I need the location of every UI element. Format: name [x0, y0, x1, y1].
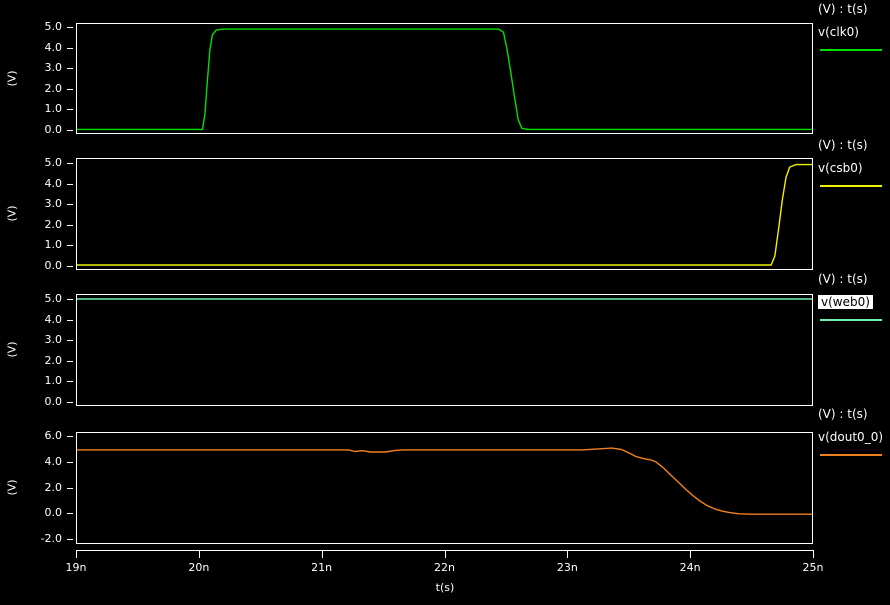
time-tick-mark [199, 550, 200, 558]
y-tick-label-clk0: 4.0 [0, 41, 62, 54]
y-tick-label-web0: 4.0 [0, 313, 62, 326]
legend-color-sample-clk0 [820, 49, 882, 51]
y-tick-mark [67, 130, 73, 131]
waveform-plot-csb0[interactable] [76, 158, 813, 270]
time-tick-label: 23n [545, 561, 589, 574]
legend-signal-name-clk0[interactable]: v(clk0) [818, 25, 859, 39]
y-tick-mark [67, 27, 73, 28]
y-tick-mark [67, 163, 73, 164]
y-tick-label-clk0: 1.0 [0, 102, 62, 115]
y-tick-mark [67, 225, 73, 226]
time-tick-label: 21n [300, 561, 344, 574]
y-tick-mark [67, 340, 73, 341]
legend-axes-header-csb0: (V) : t(s) [818, 138, 868, 152]
y-tick-label-clk0: 5.0 [0, 20, 62, 33]
y-axis-title-clk0: (V) [6, 70, 19, 86]
y-axis-title-web0: (V) [6, 341, 19, 357]
y-tick-label-web0: 1.0 [0, 374, 62, 387]
trace-dout0_0[interactable] [77, 448, 812, 514]
y-tick-mark [67, 402, 73, 403]
y-tick-label-web0: 5.0 [0, 292, 62, 305]
waveform-plot-dout0_0[interactable] [76, 432, 813, 544]
legend-color-sample-csb0 [820, 185, 882, 187]
y-tick-label-dout0_0: 0.0 [0, 506, 62, 519]
y-tick-mark [67, 488, 73, 489]
y-tick-mark [67, 381, 73, 382]
y-tick-label-dout0_0: 4.0 [0, 455, 62, 468]
trace-csb0[interactable] [77, 165, 812, 265]
y-tick-mark [67, 184, 73, 185]
legend-color-sample-web0 [820, 319, 882, 321]
y-tick-mark [67, 204, 73, 205]
waveform-plot-web0[interactable] [76, 294, 813, 406]
legend-signal-name-dout0_0[interactable]: v(dout0_0) [818, 430, 883, 444]
time-tick-mark [445, 550, 446, 558]
time-tick-mark [813, 550, 814, 558]
trace-clk0[interactable] [77, 29, 812, 129]
waveform-viewer-window: 5.04.03.02.01.00.0(V)(V) : t(s)v(clk0)5.… [0, 0, 890, 605]
legend-signal-name-csb0[interactable]: v(csb0) [818, 161, 863, 175]
legend-axes-header-clk0: (V) : t(s) [818, 2, 868, 16]
time-tick-label: 24n [668, 561, 712, 574]
time-tick-label: 25n [791, 561, 835, 574]
time-tick-mark [690, 550, 691, 558]
time-axis-title: t(s) [423, 581, 467, 594]
legend-axes-header-dout0_0: (V) : t(s) [818, 407, 868, 421]
y-tick-mark [67, 361, 73, 362]
y-tick-mark [67, 266, 73, 267]
time-tick-label: 20n [177, 561, 221, 574]
y-tick-mark [67, 539, 73, 540]
time-tick-label: 19n [54, 561, 98, 574]
y-tick-mark [67, 462, 73, 463]
y-tick-label-csb0: 0.0 [0, 259, 62, 272]
y-tick-mark [67, 245, 73, 246]
y-tick-mark [67, 109, 73, 110]
time-tick-mark [322, 550, 323, 558]
y-tick-mark [67, 320, 73, 321]
y-tick-label-csb0: 5.0 [0, 156, 62, 169]
y-tick-mark [67, 436, 73, 437]
y-tick-mark [67, 299, 73, 300]
y-tick-mark [67, 89, 73, 90]
time-tick-mark [567, 550, 568, 558]
y-axis-title-csb0: (V) [6, 205, 19, 221]
time-tick-mark [76, 550, 77, 558]
y-tick-mark [67, 48, 73, 49]
legend-axes-header-web0: (V) : t(s) [818, 272, 868, 286]
y-tick-label-web0: 0.0 [0, 395, 62, 408]
y-tick-label-clk0: 0.0 [0, 123, 62, 136]
y-tick-label-dout0_0: -2.0 [0, 532, 62, 545]
y-tick-label-csb0: 4.0 [0, 177, 62, 190]
y-tick-label-dout0_0: 6.0 [0, 429, 62, 442]
y-tick-label-csb0: 1.0 [0, 238, 62, 251]
y-tick-mark [67, 513, 73, 514]
legend-color-sample-dout0_0 [820, 454, 882, 456]
y-tick-mark [67, 68, 73, 69]
y-axis-title-dout0_0: (V) [6, 479, 19, 495]
legend-signal-name-web0[interactable]: v(web0) [818, 295, 873, 309]
time-tick-label: 22n [423, 561, 467, 574]
waveform-plot-clk0[interactable] [76, 23, 813, 134]
